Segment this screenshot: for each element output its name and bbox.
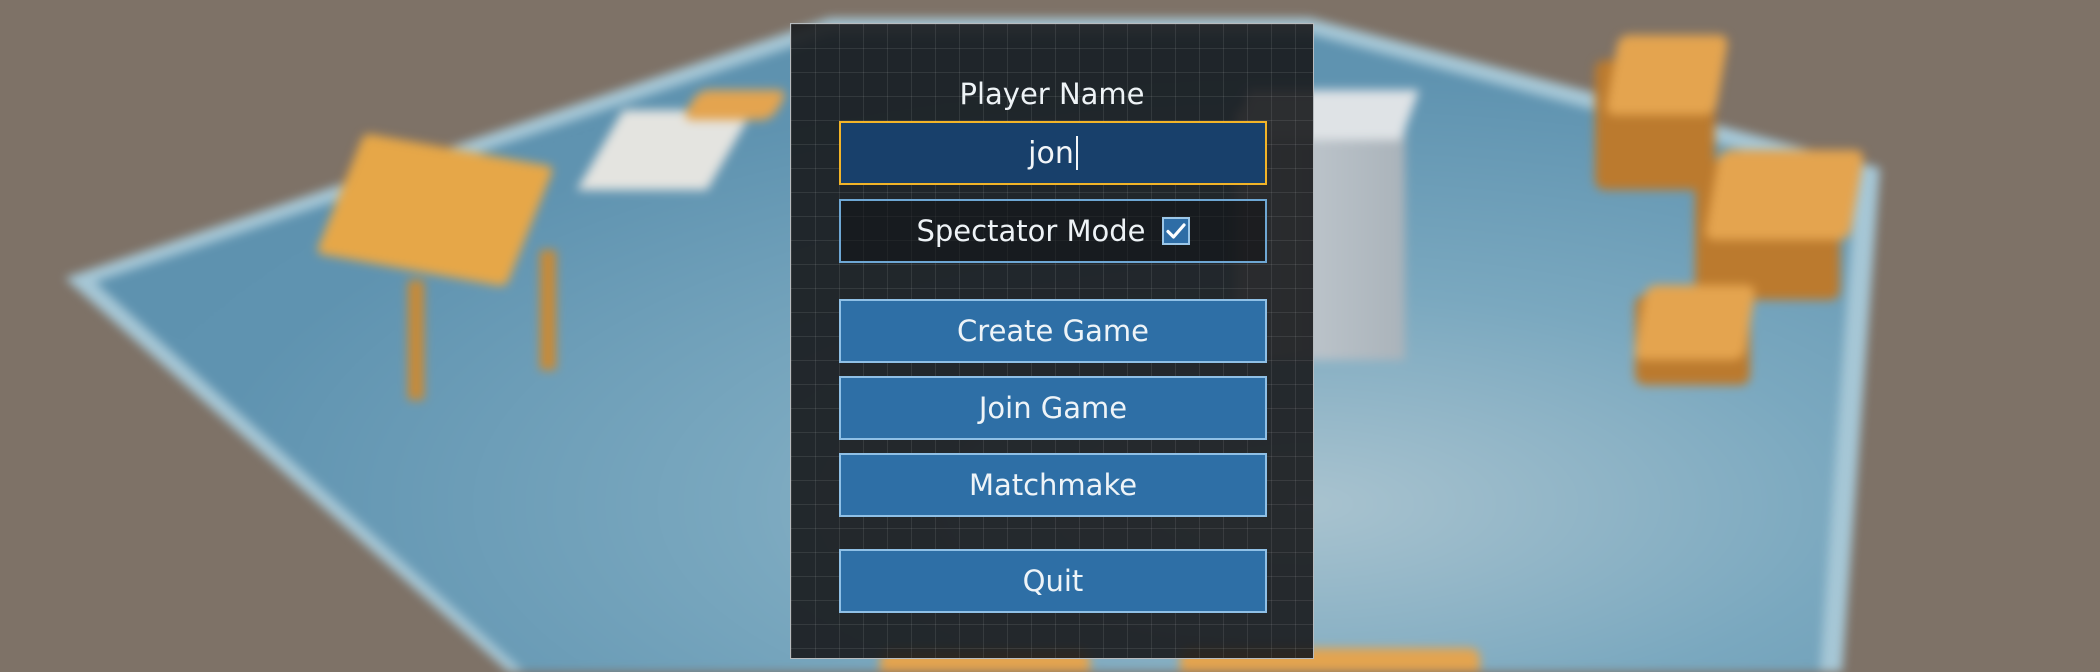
player-name-value: jon [1028,135,1074,171]
scene-crate [1633,285,1757,360]
player-name-label: Player Name [959,77,1145,111]
main-menu-panel: Player Name jon Spectator Mode Create Ga… [790,23,1314,659]
join-game-button[interactable]: Join Game [839,376,1267,440]
quit-button[interactable]: Quit [839,549,1267,613]
spectator-mode-toggle[interactable]: Spectator Mode [839,199,1267,263]
spectator-mode-label: Spectator Mode [916,214,1146,248]
text-caret [1075,136,1078,170]
scene-table-leg [540,250,556,370]
player-name-input[interactable]: jon [839,121,1267,185]
matchmake-button[interactable]: Matchmake [839,453,1267,517]
spectator-mode-checkbox[interactable] [1161,217,1190,245]
checkmark-icon [1165,223,1186,239]
create-game-button[interactable]: Create Game [839,299,1267,363]
scene-crate [1604,35,1730,115]
scene-table-leg [408,280,424,400]
scene-crate [1704,150,1865,240]
